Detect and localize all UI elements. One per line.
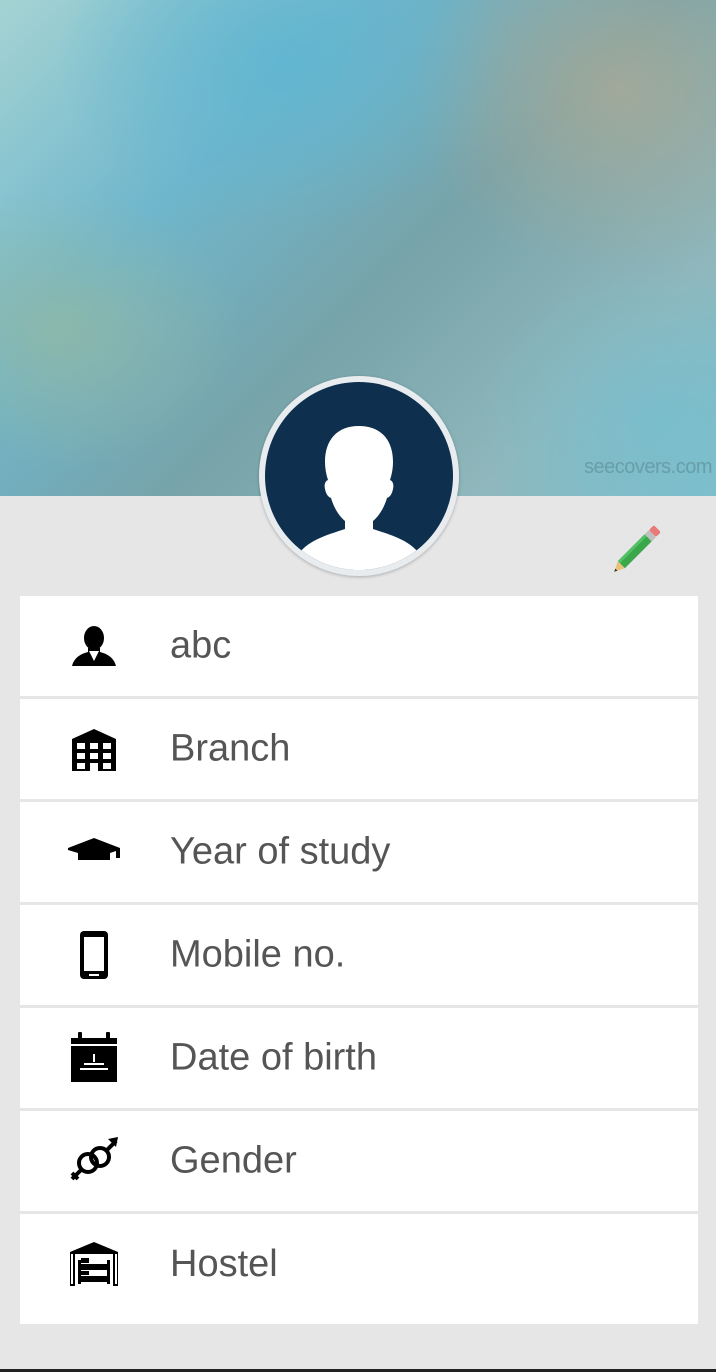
field-row-mobile[interactable]: Mobile no. <box>20 905 698 1005</box>
field-label: abc <box>170 624 232 667</box>
field-row-year-of-study[interactable]: Year of study <box>20 802 698 902</box>
edit-profile-button[interactable] <box>608 516 670 578</box>
field-label: Hostel <box>170 1243 278 1286</box>
birthday-calendar-icon <box>66 1030 122 1086</box>
field-label: Branch <box>170 727 291 770</box>
mobile-phone-icon <box>66 927 122 983</box>
field-row-date-of-birth[interactable]: Date of birth <box>20 1008 698 1108</box>
graduation-cap-icon <box>66 824 122 880</box>
field-label: Year of study <box>170 830 391 873</box>
field-label: Date of birth <box>170 1036 377 1079</box>
profile-details-list: abc Branch Year of study Mobile no. Date… <box>20 596 698 1324</box>
building-icon <box>66 721 122 777</box>
hostel-icon <box>66 1236 122 1292</box>
cover-watermark: seecovers.com <box>584 456 713 478</box>
field-label: Gender <box>170 1139 297 1182</box>
field-row-branch[interactable]: Branch <box>20 699 698 799</box>
field-label: Mobile no. <box>170 933 346 976</box>
person-icon <box>66 618 122 674</box>
gender-icon <box>66 1133 122 1189</box>
field-row-hostel[interactable]: Hostel <box>20 1214 698 1324</box>
pencil-icon <box>614 525 661 572</box>
profile-avatar[interactable] <box>259 376 459 576</box>
field-row-gender[interactable]: Gender <box>20 1111 698 1211</box>
avatar-person-icon <box>265 382 453 570</box>
field-row-name[interactable]: abc <box>20 596 698 696</box>
